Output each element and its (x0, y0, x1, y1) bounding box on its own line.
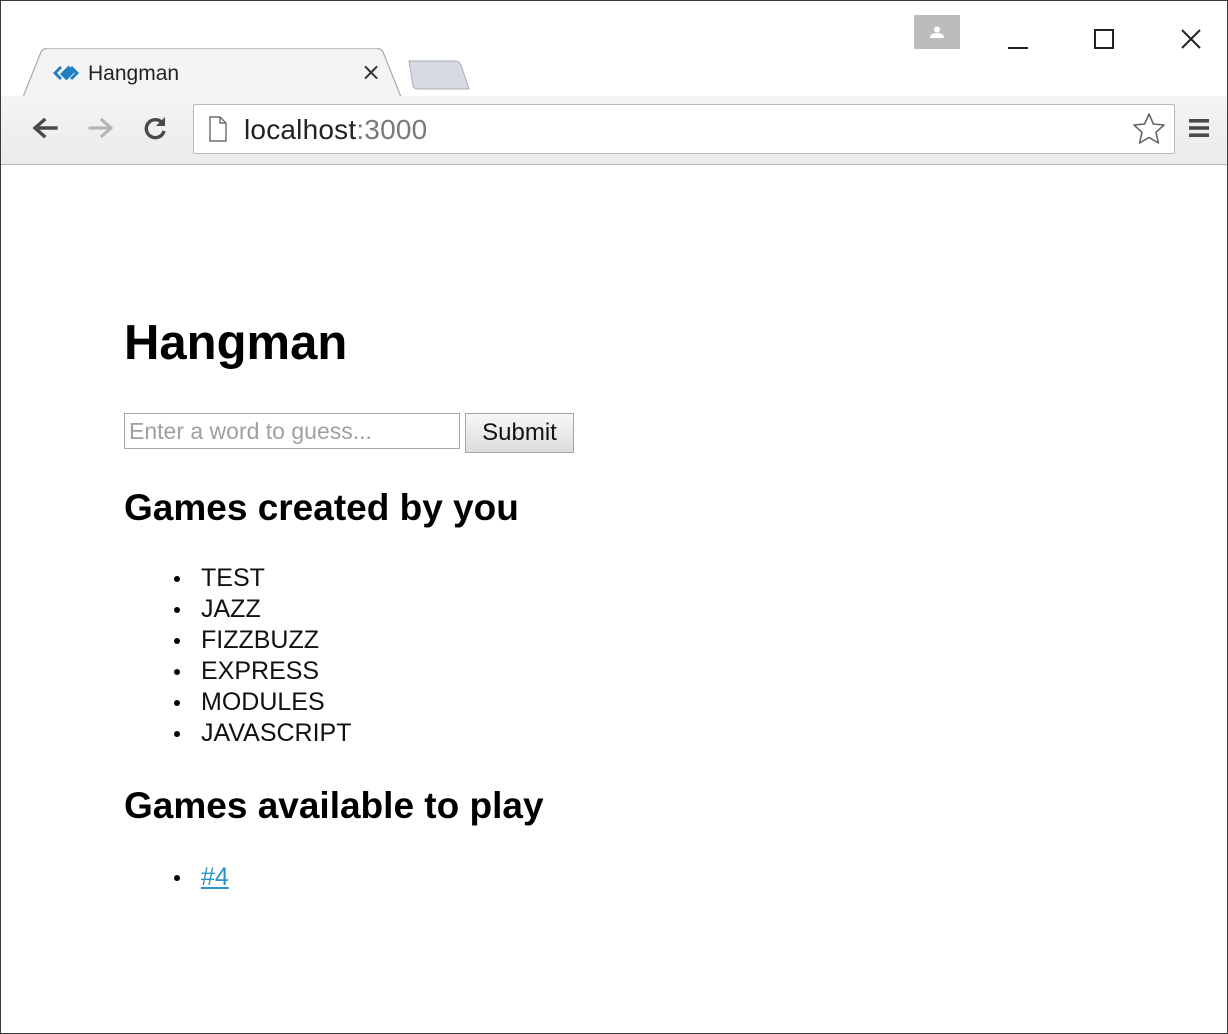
profile-icon[interactable] (914, 15, 960, 49)
submit-button[interactable]: Submit (465, 413, 574, 453)
maximize-icon[interactable] (1084, 19, 1124, 59)
hamburger-menu-icon[interactable] (1181, 110, 1217, 146)
list-item: EXPRESS (174, 656, 352, 687)
back-arrow-icon[interactable] (27, 110, 63, 146)
tab-close-icon[interactable]: × (361, 60, 381, 84)
tab-hangman[interactable]: Hangman × (23, 48, 403, 98)
page-icon (209, 116, 227, 142)
list-item: JAZZ (174, 594, 352, 625)
list-item: JAVASCRIPT (174, 719, 352, 747)
page-content: Hangman Submit Games created by you TEST… (1, 165, 1227, 1033)
game-link[interactable]: #4 (201, 863, 229, 891)
close-icon[interactable] (1171, 19, 1211, 59)
available-games-list: #4 (124, 862, 229, 893)
list-item: #4 (174, 862, 229, 893)
page-title: Hangman (124, 316, 348, 370)
url-port: :3000 (356, 114, 428, 145)
new-tab-button[interactable] (407, 59, 471, 91)
available-games-heading: Games available to play (124, 785, 544, 826)
list-item: MODULES (174, 687, 352, 718)
minimize-icon[interactable] (998, 19, 1038, 59)
list-item: FIZZBUZZ (174, 625, 352, 656)
star-icon[interactable] (1132, 112, 1166, 146)
reload-icon[interactable] (137, 110, 173, 146)
address-bar[interactable]: localhost:3000 (193, 104, 1175, 154)
browser-toolbar: localhost:3000 (1, 96, 1227, 165)
url-host: localhost (244, 114, 357, 145)
list-item: TEST (174, 563, 352, 594)
forward-arrow-icon[interactable] (83, 110, 119, 146)
created-games-list: TEST JAZZ FIZZBUZZ EXPRESS MODULES JAVAS… (124, 563, 352, 749)
url-text[interactable]: localhost:3000 (244, 114, 427, 146)
created-games-heading: Games created by you (124, 487, 519, 528)
word-input[interactable] (124, 413, 460, 449)
hangman-favicon-icon (53, 65, 79, 81)
browser-window: Hangman × localhost:3000 Hangman Enter a… (0, 0, 1228, 1034)
title-bar: Hangman × (1, 1, 1227, 98)
tab-title: Hangman (88, 62, 180, 85)
